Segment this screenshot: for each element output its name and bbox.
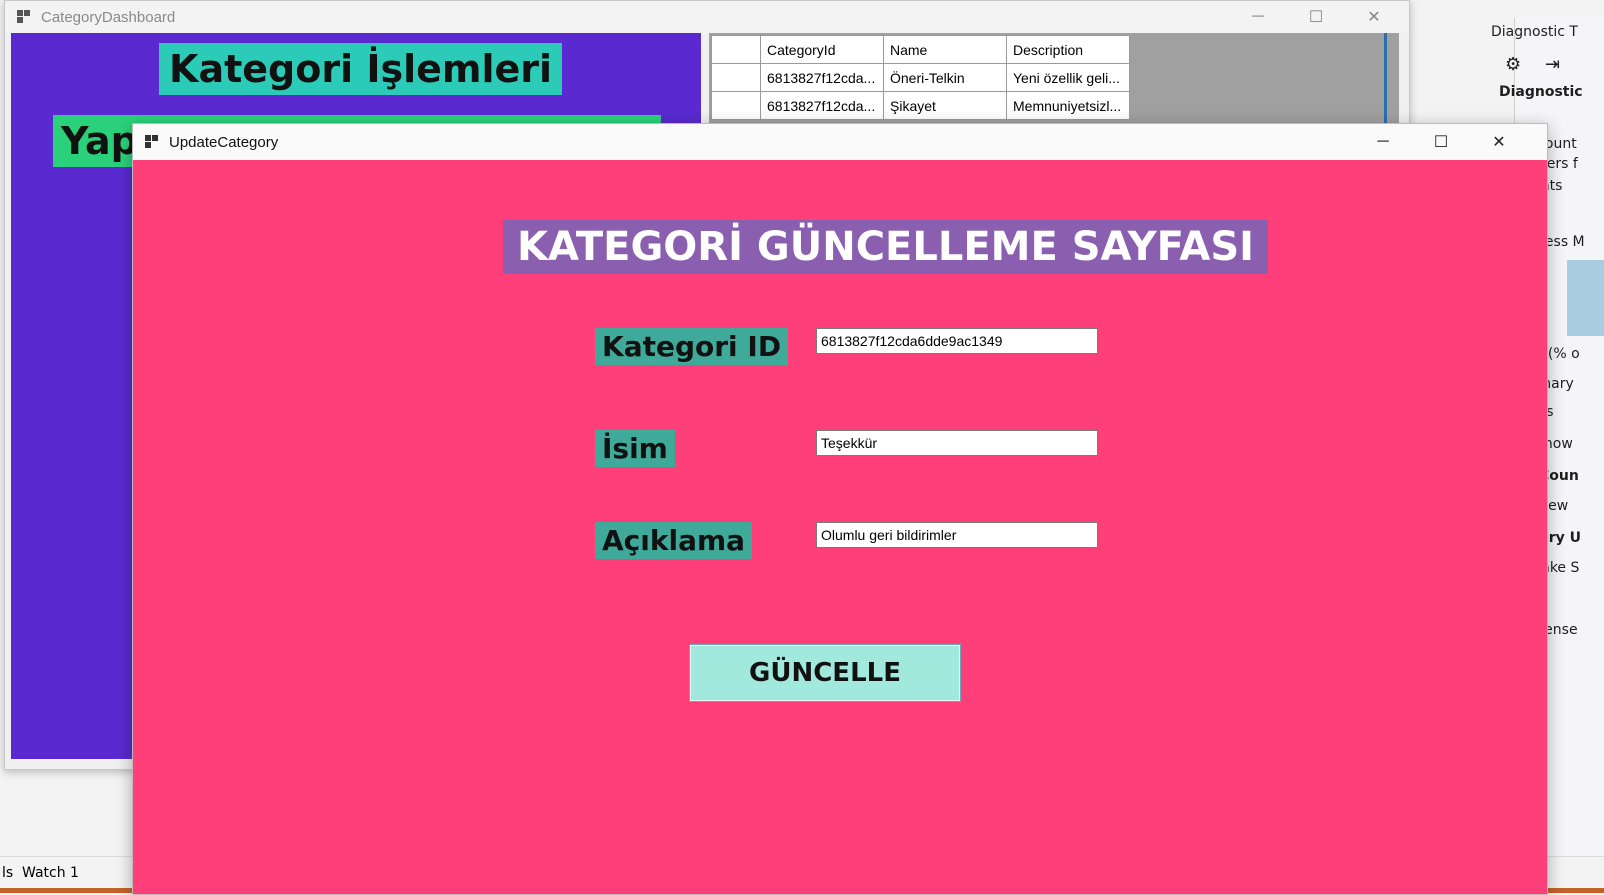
- description-label: Açıklama: [595, 522, 753, 559]
- name-input[interactable]: [816, 430, 1098, 456]
- row-header-cell[interactable]: [711, 63, 761, 92]
- grid-cell[interactable]: Memnuniyetsizl...: [1006, 91, 1130, 120]
- bottom-tab-fragment[interactable]: ls: [2, 865, 13, 881]
- watch-tab[interactable]: Watch 1: [22, 865, 79, 881]
- dashboard-title: CategoryDashboard: [41, 8, 176, 26]
- row-header-cell[interactable]: [711, 35, 761, 64]
- diag-title: Diagnostic T: [1491, 24, 1578, 40]
- grid-cell[interactable]: 6813827f12cda...: [760, 91, 884, 120]
- dashboard-titlebar[interactable]: CategoryDashboard ─ ☐ ✕: [5, 1, 1409, 33]
- category-grid[interactable]: CategoryId Name Description 6813827f12cd…: [711, 35, 1130, 120]
- update-category-window: UpdateCategory ─ ☐ ✕ KATEGORİ GÜNCELLEME…: [132, 123, 1548, 895]
- category-id-label: Kategori ID: [595, 328, 789, 365]
- table-row[interactable]: 6813827f12cda... Öneri-Telkin Yeni özell…: [711, 63, 1130, 92]
- description-input[interactable]: [816, 522, 1098, 548]
- minimize-icon[interactable]: ─: [1229, 1, 1287, 33]
- grid-cell[interactable]: Öneri-Telkin: [883, 63, 1007, 92]
- gear-icon[interactable]: ⚙: [1505, 54, 1521, 75]
- app-icon: [145, 135, 159, 149]
- column-header[interactable]: Name: [883, 35, 1007, 64]
- grid-cell[interactable]: 6813827f12cda...: [760, 63, 884, 92]
- maximize-icon[interactable]: ☐: [1412, 124, 1470, 160]
- maximize-icon[interactable]: ☐: [1287, 1, 1345, 33]
- app-icon: [17, 10, 31, 24]
- update-title: UpdateCategory: [169, 133, 279, 151]
- column-header[interactable]: Description: [1006, 35, 1130, 64]
- export-icon[interactable]: ⇥: [1545, 54, 1560, 75]
- name-label: İsim: [595, 430, 675, 467]
- grid-cell[interactable]: Yeni özellik geli...: [1006, 63, 1130, 92]
- close-icon[interactable]: ✕: [1470, 124, 1528, 160]
- dashboard-heading: Kategori İşlemleri: [159, 43, 563, 95]
- grid-header-row: CategoryId Name Description: [711, 35, 1130, 64]
- update-button[interactable]: GÜNCELLE: [689, 644, 961, 702]
- update-titlebar[interactable]: UpdateCategory ─ ☐ ✕: [133, 124, 1547, 160]
- grid-cell[interactable]: Şikayet: [883, 91, 1007, 120]
- table-row[interactable]: 6813827f12cda... Şikayet Memnuniyetsizl.…: [711, 91, 1130, 120]
- row-header-cell[interactable]: [711, 91, 761, 120]
- category-id-input[interactable]: [816, 328, 1098, 354]
- page-title: KATEGORİ GÜNCELLEME SAYFASI: [503, 220, 1269, 274]
- diag-heading: Diagnostic: [1499, 84, 1583, 100]
- column-header[interactable]: CategoryId: [760, 35, 884, 64]
- close-icon[interactable]: ✕: [1345, 1, 1403, 33]
- cpu-chart: [1567, 260, 1604, 336]
- minimize-icon[interactable]: ─: [1354, 124, 1412, 160]
